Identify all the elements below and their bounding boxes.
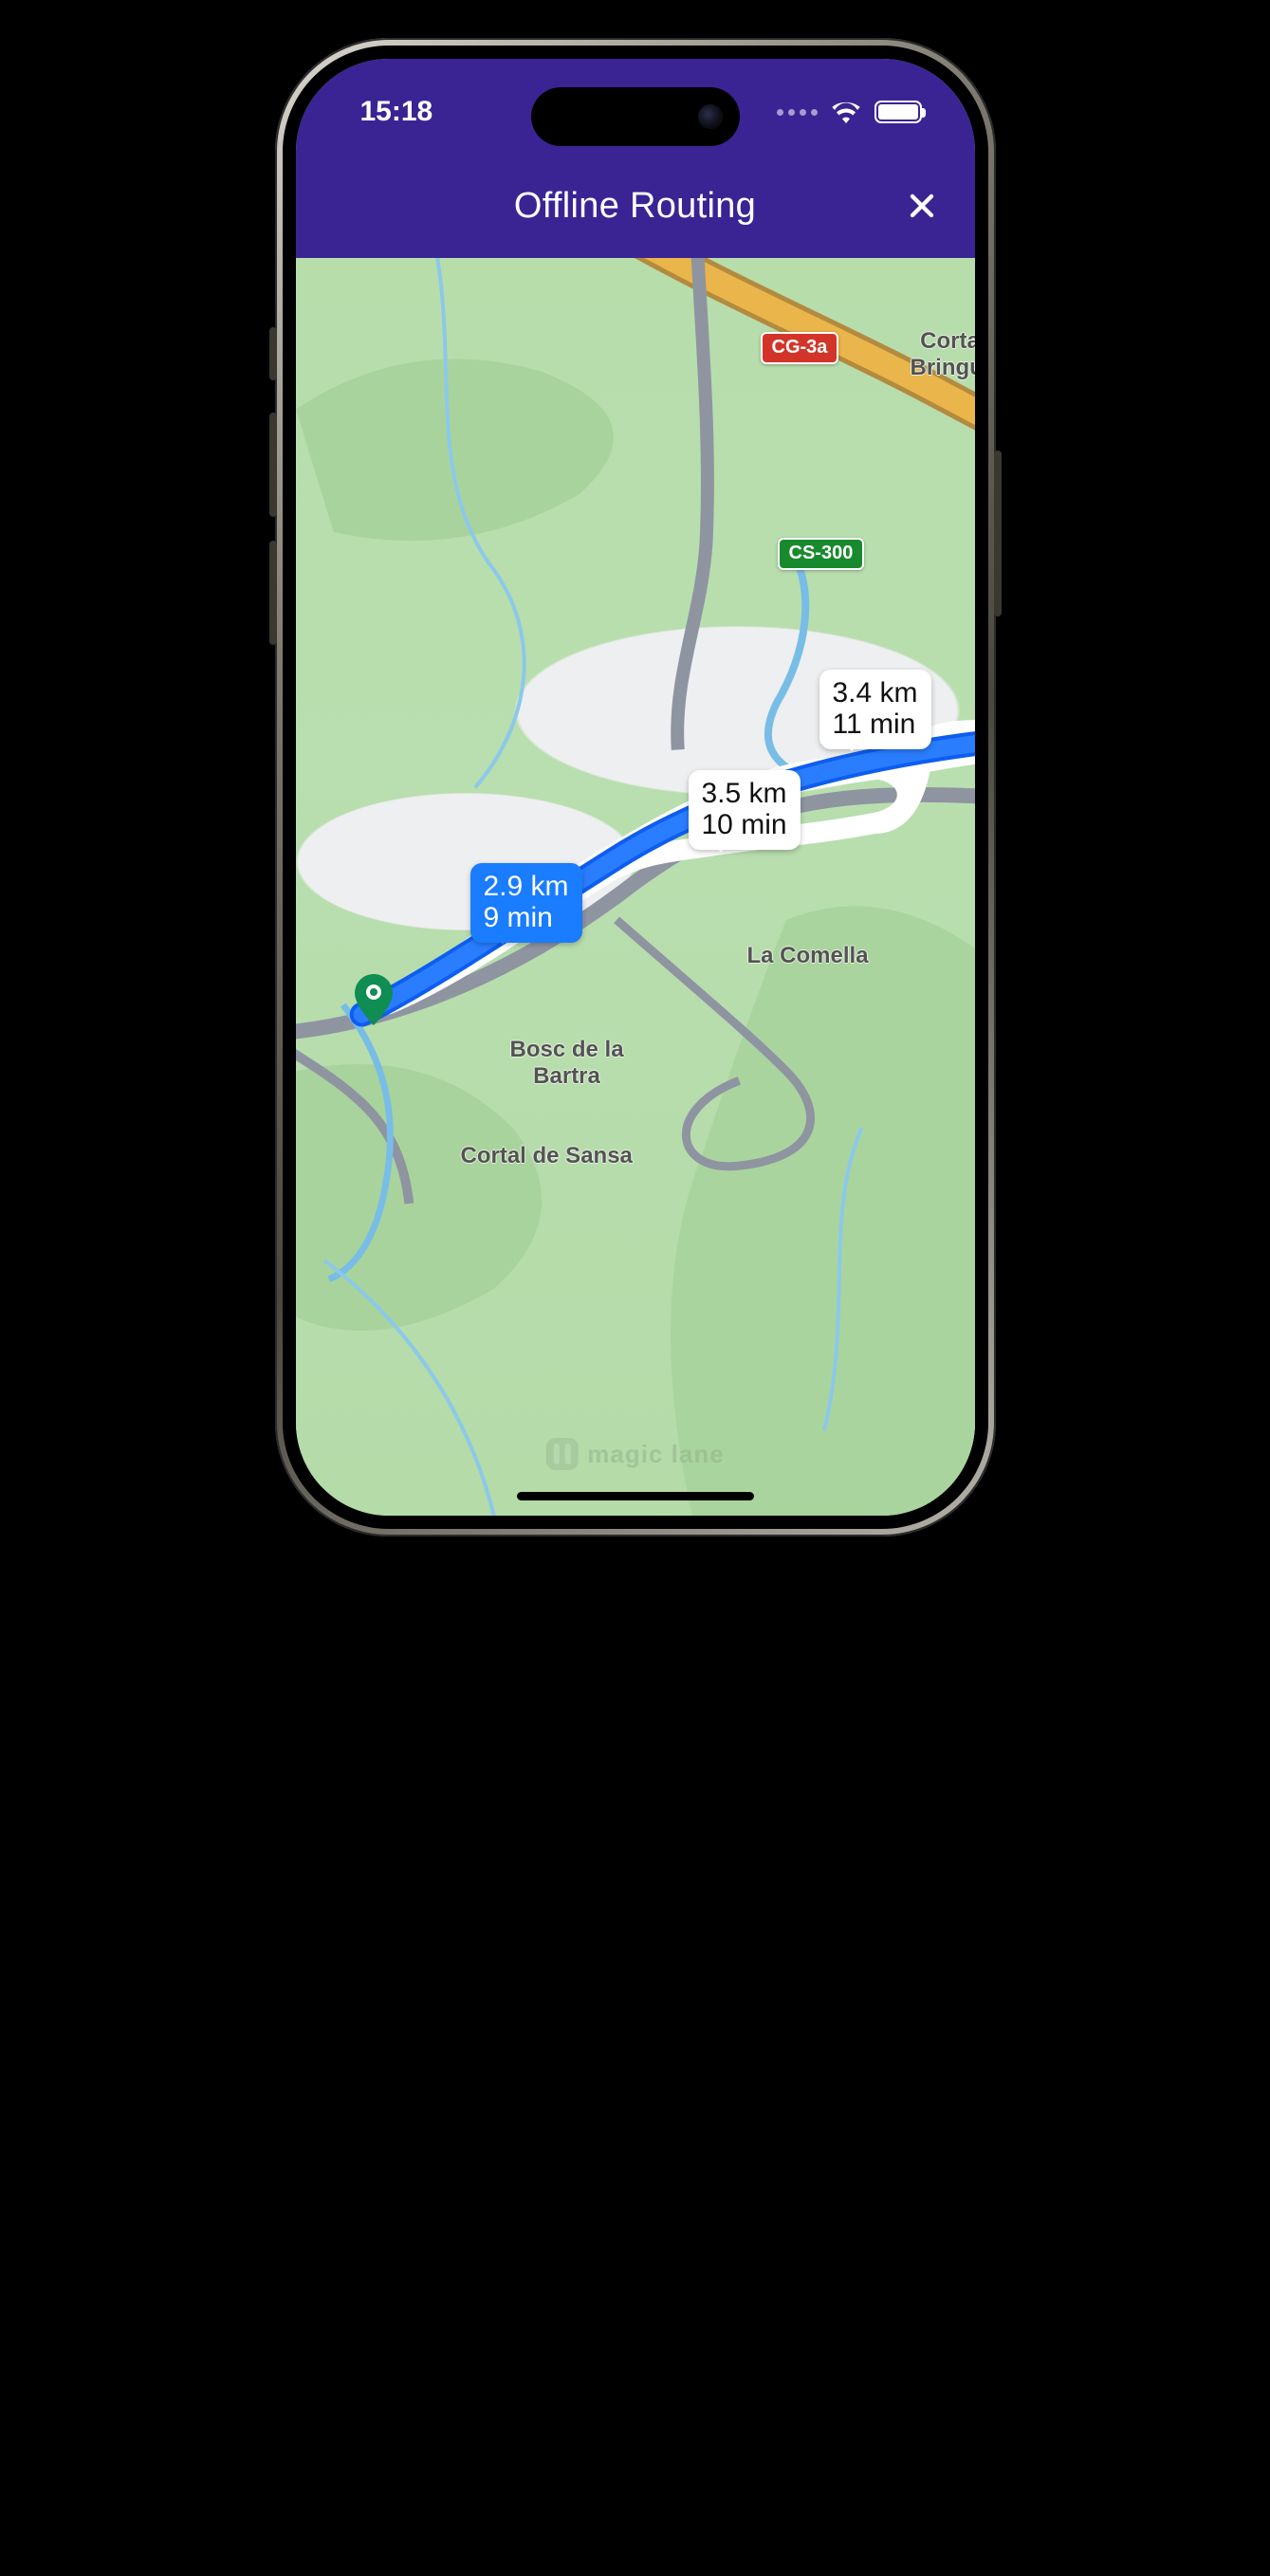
home-indicator[interactable] bbox=[517, 1492, 754, 1500]
map-roads-layer bbox=[296, 258, 975, 1516]
route-alt-1-duration: 10 min bbox=[702, 809, 787, 840]
wifi-icon bbox=[831, 101, 861, 123]
road-shield-cs300: CS-300 bbox=[778, 538, 865, 570]
route-alt-2-distance: 3.4 km bbox=[833, 677, 918, 708]
road-shield-cg3a: CG-3a bbox=[761, 332, 839, 364]
magic-lane-logo-icon bbox=[545, 1438, 578, 1470]
route-alt-1-distance: 3.5 km bbox=[702, 778, 787, 809]
close-button[interactable] bbox=[903, 187, 941, 225]
place-label-la-comella: La Comella bbox=[747, 943, 869, 969]
map-attribution-text: magic lane bbox=[587, 1440, 724, 1469]
battery-icon bbox=[874, 101, 922, 123]
status-time: 15:18 bbox=[360, 96, 433, 128]
side-button-silence bbox=[269, 327, 277, 380]
phone-bezel: 15:18 Offline Routing bbox=[283, 46, 988, 1529]
route-alt-1-bubble[interactable]: 3.5 km 10 min bbox=[689, 770, 801, 850]
map-attribution: magic lane bbox=[545, 1438, 724, 1470]
map-canvas[interactable]: CG-3a CS-300 CortalBringué La Comella Bo… bbox=[296, 258, 975, 1516]
route-selected-distance: 2.9 km bbox=[484, 871, 569, 902]
route-selected-duration: 9 min bbox=[484, 902, 569, 933]
place-label-cortal-sansa: Cortal de Sansa bbox=[461, 1143, 633, 1169]
side-button-volume-up bbox=[269, 413, 277, 517]
place-label-bosc-bartra: Bosc de laBartra bbox=[510, 1037, 624, 1089]
route-start-pin[interactable] bbox=[355, 974, 393, 1025]
dynamic-island bbox=[531, 87, 740, 146]
route-selected-bubble[interactable]: 2.9 km 9 min bbox=[470, 863, 582, 943]
side-button-power bbox=[994, 451, 1002, 616]
place-label-cortal-bringue: CortalBringué bbox=[911, 328, 975, 380]
route-alt-2-bubble[interactable]: 3.4 km 11 min bbox=[819, 670, 931, 749]
nav-bar: Offline Routing bbox=[296, 173, 975, 239]
screen: 15:18 Offline Routing bbox=[296, 59, 975, 1516]
cellular-dots-icon bbox=[777, 109, 818, 116]
page-title: Offline Routing bbox=[514, 186, 756, 227]
side-button-volume-down bbox=[269, 541, 277, 645]
phone-frame: 15:18 Offline Routing bbox=[275, 38, 996, 1536]
route-alt-2-duration: 11 min bbox=[833, 708, 918, 740]
